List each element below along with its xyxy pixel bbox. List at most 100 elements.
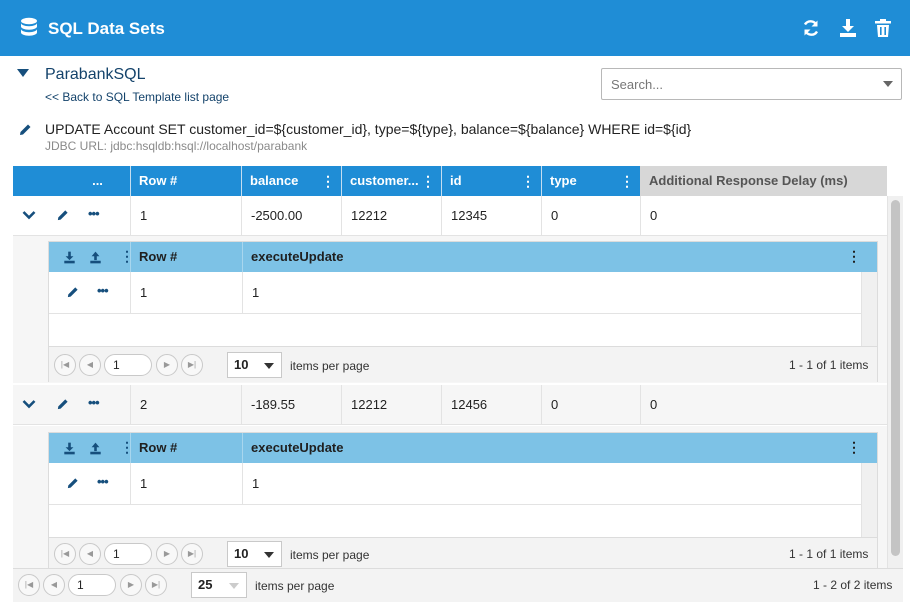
- cell-response-delay: 0: [640, 385, 887, 425]
- column-header-customer[interactable]: customer... ⋮: [341, 166, 441, 196]
- row-actions-menu-icon[interactable]: •••: [97, 283, 109, 298]
- cell-id: 12456: [441, 385, 541, 425]
- actions-column-header[interactable]: ...: [13, 166, 130, 196]
- table-row[interactable]: ••• 2 -189.55 12212 12456 0 0: [13, 385, 887, 425]
- chevron-down-icon: [264, 552, 274, 558]
- download-icon[interactable]: [63, 442, 76, 455]
- subgrid-header-execute-update[interactable]: executeUpdate: [242, 242, 877, 272]
- subgrid-header-row-number[interactable]: Row #: [130, 242, 242, 272]
- page-number-input[interactable]: 1: [104, 354, 152, 376]
- subgrid-cell-execute-update: 1: [242, 463, 861, 505]
- last-page-icon[interactable]: ▶|: [181, 543, 203, 565]
- grid-pager: |◀ ◀ 1 ▶ ▶| 25 items per page 1 - 2 of 2…: [13, 568, 903, 602]
- items-per-page-label: items per page: [255, 579, 335, 593]
- subgrid-pager: |◀ ◀ 1 ▶ ▶| 10 items per page 1 - 1 of 1…: [49, 537, 877, 569]
- column-menu-icon[interactable]: ⋮: [521, 166, 535, 196]
- prev-page-icon[interactable]: ◀: [79, 543, 101, 565]
- search-input[interactable]: [601, 68, 902, 100]
- column-header-balance[interactable]: balance ⋮: [241, 166, 341, 196]
- page-size-select[interactable]: 10: [227, 541, 282, 567]
- back-to-template-list-link[interactable]: << Back to SQL Template list page: [45, 90, 229, 104]
- pager-summary: 1 - 1 of 1 items: [789, 358, 869, 372]
- items-per-page-label: items per page: [290, 359, 370, 373]
- dataset-name: ParabankSQL: [45, 66, 146, 83]
- next-page-icon[interactable]: ▶: [120, 574, 142, 596]
- subgrid-empty-area: [49, 505, 861, 537]
- last-page-icon[interactable]: ▶|: [145, 574, 167, 596]
- column-menu-icon[interactable]: ⋮: [321, 166, 335, 196]
- dataset-collapse-toggle[interactable]: [17, 69, 29, 77]
- prev-page-icon[interactable]: ◀: [79, 354, 101, 376]
- chevron-down-icon[interactable]: [22, 210, 36, 220]
- subgrid-header-execute-update[interactable]: executeUpdate: [242, 433, 877, 463]
- cell-row-number: 1: [130, 196, 241, 236]
- last-page-icon[interactable]: ▶|: [181, 354, 203, 376]
- subgrid-header: ⋮ Row # executeUpdate ⋮: [49, 433, 877, 463]
- prev-page-icon[interactable]: ◀: [43, 574, 65, 596]
- edit-row-icon[interactable]: [56, 398, 69, 411]
- app-header: SQL Data Sets: [0, 0, 910, 56]
- column-menu-icon[interactable]: ⋮: [620, 166, 634, 196]
- edit-sql-icon[interactable]: [18, 123, 32, 137]
- column-header-type[interactable]: type ⋮: [541, 166, 640, 196]
- cell-type: 0: [541, 385, 640, 425]
- row-actions-menu-icon[interactable]: •••: [88, 395, 100, 410]
- pager-summary: 1 - 1 of 1 items: [789, 547, 869, 561]
- column-header-response-delay[interactable]: Additional Response Delay (ms): [640, 166, 887, 196]
- refresh-icon[interactable]: [801, 18, 821, 38]
- first-page-icon[interactable]: |◀: [18, 574, 40, 596]
- subgrid-pager: |◀ ◀ 1 ▶ ▶| 10 items per page 1 - 1 of 1…: [49, 346, 877, 382]
- cell-customer: 12212: [341, 196, 441, 236]
- cell-id: 12345: [441, 196, 541, 236]
- app-title: SQL Data Sets: [48, 19, 165, 38]
- chevron-down-icon: [264, 363, 274, 369]
- chevron-down-icon[interactable]: [22, 399, 36, 409]
- first-page-icon[interactable]: |◀: [54, 543, 76, 565]
- subgrid-row[interactable]: ••• 1 1: [49, 463, 861, 505]
- subgrid-cell-row-number: 1: [130, 272, 242, 314]
- edit-row-icon[interactable]: [66, 477, 79, 490]
- search-dropdown-icon[interactable]: [883, 81, 893, 87]
- column-header-row-number[interactable]: Row #: [130, 166, 241, 196]
- first-page-icon[interactable]: |◀: [54, 354, 76, 376]
- chevron-down-icon: [229, 583, 239, 589]
- subgrid-scrollbar[interactable]: [861, 463, 877, 537]
- cell-balance: -2500.00: [241, 196, 341, 236]
- row-actions-menu-icon[interactable]: •••: [97, 474, 109, 489]
- page-size-select[interactable]: 10: [227, 352, 282, 378]
- subgrid-header: ⋮ Row # executeUpdate ⋮: [49, 242, 877, 272]
- subgrid-row[interactable]: ••• 1 1: [49, 272, 861, 314]
- column-menu-icon[interactable]: ⋮: [421, 166, 435, 196]
- grid-header: ... Row # balance ⋮ customer... ⋮ id ⋮ type…: [13, 166, 887, 196]
- next-page-icon[interactable]: ▶: [156, 354, 178, 376]
- column-menu-icon[interactable]: ⋮: [847, 248, 861, 265]
- subgrid-cell-execute-update: 1: [242, 272, 861, 314]
- upload-icon[interactable]: [89, 251, 102, 264]
- download-icon[interactable]: [838, 18, 858, 38]
- download-icon[interactable]: [63, 251, 76, 264]
- subgrid-header-row-number[interactable]: Row #: [130, 433, 242, 463]
- subgrid-scrollbar[interactable]: [861, 272, 877, 346]
- cell-type: 0: [541, 196, 640, 236]
- jdbc-url: JDBC URL: jdbc:hsqldb:hsql://localhost/p…: [45, 139, 308, 153]
- edit-row-icon[interactable]: [56, 209, 69, 222]
- page-number-input[interactable]: 1: [104, 543, 152, 565]
- upload-icon[interactable]: [89, 442, 102, 455]
- table-row[interactable]: ••• 1 -2500.00 12212 12345 0 0: [13, 196, 887, 236]
- row-actions-menu-icon[interactable]: •••: [88, 206, 100, 221]
- scrollbar-thumb[interactable]: [891, 200, 900, 556]
- column-menu-icon[interactable]: ⋮: [847, 439, 861, 456]
- subgrid: ⋮ Row # executeUpdate ⋮ ••• 1 1 |◀ ◀ 1 ▶…: [48, 432, 878, 569]
- pager-summary: 1 - 2 of 2 items: [813, 578, 893, 592]
- trash-icon[interactable]: [873, 18, 893, 38]
- next-page-icon[interactable]: ▶: [156, 543, 178, 565]
- cell-balance: -189.55: [241, 385, 341, 425]
- edit-row-icon[interactable]: [66, 286, 79, 299]
- column-header-id[interactable]: id ⋮: [441, 166, 541, 196]
- grid-scrollbar[interactable]: [887, 196, 903, 568]
- sql-statement: UPDATE Account SET customer_id=${custome…: [45, 121, 692, 137]
- page-number-input[interactable]: 1: [68, 574, 116, 596]
- cell-customer: 12212: [341, 385, 441, 425]
- page-size-select[interactable]: 25: [191, 572, 247, 598]
- subgrid: ⋮ Row # executeUpdate ⋮ ••• 1 1 |◀ ◀ 1 ▶…: [48, 241, 878, 382]
